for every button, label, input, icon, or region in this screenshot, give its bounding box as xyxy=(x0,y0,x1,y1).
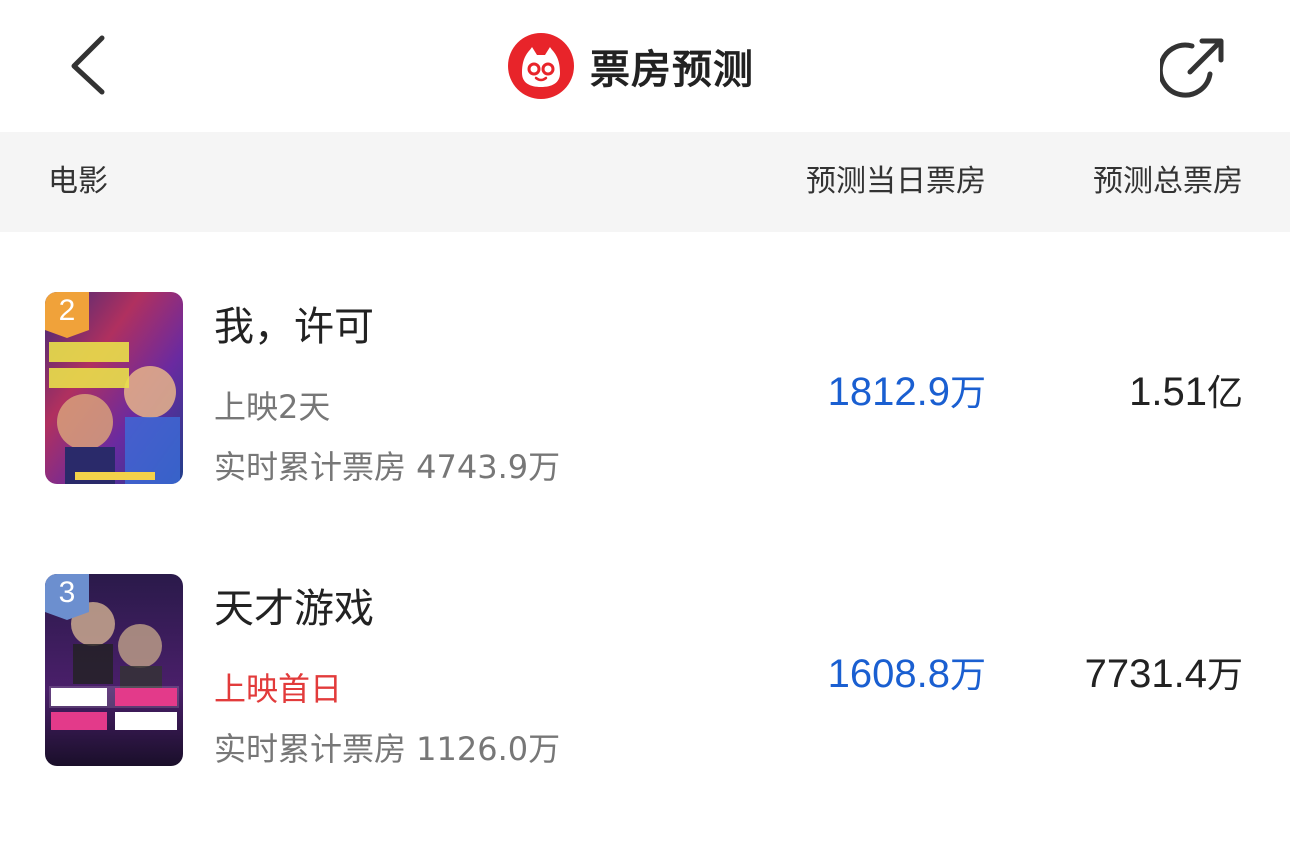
daily-forecast: 1608.8万 xyxy=(828,646,986,698)
total-forecast-unit: 万 xyxy=(1206,655,1243,696)
share-icon xyxy=(1157,38,1224,98)
movie-poster[interactable]: 2 xyxy=(45,292,183,484)
column-header-total-forecast: 预测总票房 xyxy=(1093,164,1243,199)
total-forecast: 1.51亿 xyxy=(1129,364,1243,416)
total-forecast: 7731.4万 xyxy=(1085,646,1243,698)
total-forecast-value: 1.51 xyxy=(1129,370,1207,414)
total-forecast-unit: 亿 xyxy=(1206,373,1243,414)
rank-number: 2 xyxy=(58,294,76,327)
cumulative-box-office: 实时累计票房 4743.9万 xyxy=(214,448,561,486)
column-header-row: 电影 预测当日票房 预测总票房 xyxy=(0,132,1290,232)
release-status: 上映2天 xyxy=(214,388,331,426)
daily-forecast-value: 1608.8 xyxy=(827,652,950,696)
movie-row[interactable]: 3 天才游戏 上映首日 实时累计票房 1126.0万 1608.8万 7731.… xyxy=(0,554,1290,794)
page-title: 票房预测 xyxy=(590,47,754,93)
back-button[interactable] xyxy=(60,30,120,100)
page-title-group: 票房预测 xyxy=(508,32,754,100)
rank-number: 3 xyxy=(58,576,76,609)
daily-forecast-unit: 万 xyxy=(949,373,986,414)
column-header-movie: 电影 xyxy=(48,164,108,199)
daily-forecast-value: 1812.9 xyxy=(827,370,950,414)
cumulative-box-office: 实时累计票房 1126.0万 xyxy=(214,730,561,768)
column-header-daily-forecast: 预测当日票房 xyxy=(806,164,986,199)
release-status: 上映首日 xyxy=(214,670,343,708)
movie-title[interactable]: 我，许可 xyxy=(214,294,374,352)
daily-forecast: 1812.9万 xyxy=(828,364,986,416)
cat-logo-icon xyxy=(508,33,574,99)
top-bar: 票房预测 xyxy=(0,0,1290,132)
total-forecast-value: 7731.4 xyxy=(1084,652,1207,696)
movie-poster[interactable]: 3 xyxy=(45,574,183,766)
daily-forecast-unit: 万 xyxy=(949,655,986,696)
movie-row[interactable]: 2 我，许可 上映2天 实时累计票房 4743.9万 1812.9万 1.51亿 xyxy=(0,272,1290,512)
chevron-left-icon xyxy=(71,35,105,95)
movie-title[interactable]: 天才游戏 xyxy=(214,576,374,634)
share-button[interactable] xyxy=(1157,34,1230,104)
